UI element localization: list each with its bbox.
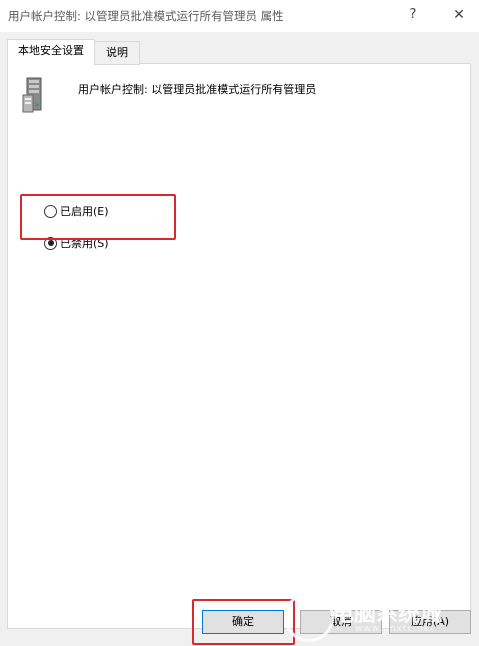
watermark-logo: [284, 592, 334, 642]
watermark-url: www.dnxtc.net: [355, 624, 435, 634]
option-disabled[interactable]: 已禁用(S): [44, 234, 109, 252]
option-enabled-label[interactable]: 已启用(E): [60, 203, 109, 219]
help-button[interactable]: ?: [395, 0, 431, 30]
tab-panel: 用户帐户控制: 以管理员批准模式运行所有管理员 已启用(E) 已禁用(S): [7, 63, 471, 629]
policy-name: 用户帐户控制: 以管理员批准模式运行所有管理员: [78, 83, 317, 96]
radio-disabled[interactable]: [44, 236, 57, 250]
close-button[interactable]: ✕: [440, 0, 478, 30]
tab-explain[interactable]: 说明: [94, 41, 140, 65]
window-title: 用户帐户控制: 以管理员批准模式运行所有管理员 属性: [8, 9, 284, 23]
tab-local-security-setting[interactable]: 本地安全设置: [7, 39, 95, 64]
title-bar: 用户帐户控制: 以管理员批准模式运行所有管理员 属性 ? ✕: [0, 0, 479, 32]
server-icon: [22, 77, 42, 113]
radio-enabled[interactable]: [44, 204, 57, 218]
option-enabled[interactable]: 已启用(E): [44, 202, 109, 220]
dialog-body: 本地安全设置 说明 用户帐户控制: 以管理员批准模式运行所有管理员 已启用(E)…: [0, 32, 479, 646]
ok-button[interactable]: 确定: [202, 610, 284, 634]
option-disabled-label[interactable]: 已禁用(S): [60, 235, 109, 251]
